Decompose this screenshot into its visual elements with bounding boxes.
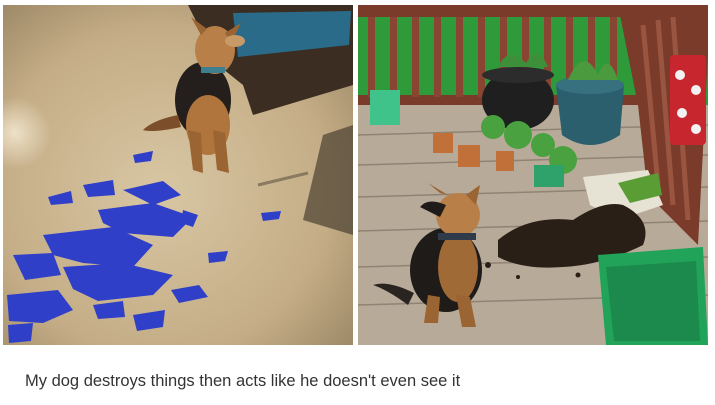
photo-dog-deck <box>358 5 708 345</box>
dog-carpet-image <box>3 5 353 345</box>
caption-text: My dog destroys things then acts like he… <box>25 372 461 390</box>
photo-dog-carpet <box>3 5 353 345</box>
red-sign <box>670 55 706 145</box>
dog-deck-image <box>358 5 708 345</box>
